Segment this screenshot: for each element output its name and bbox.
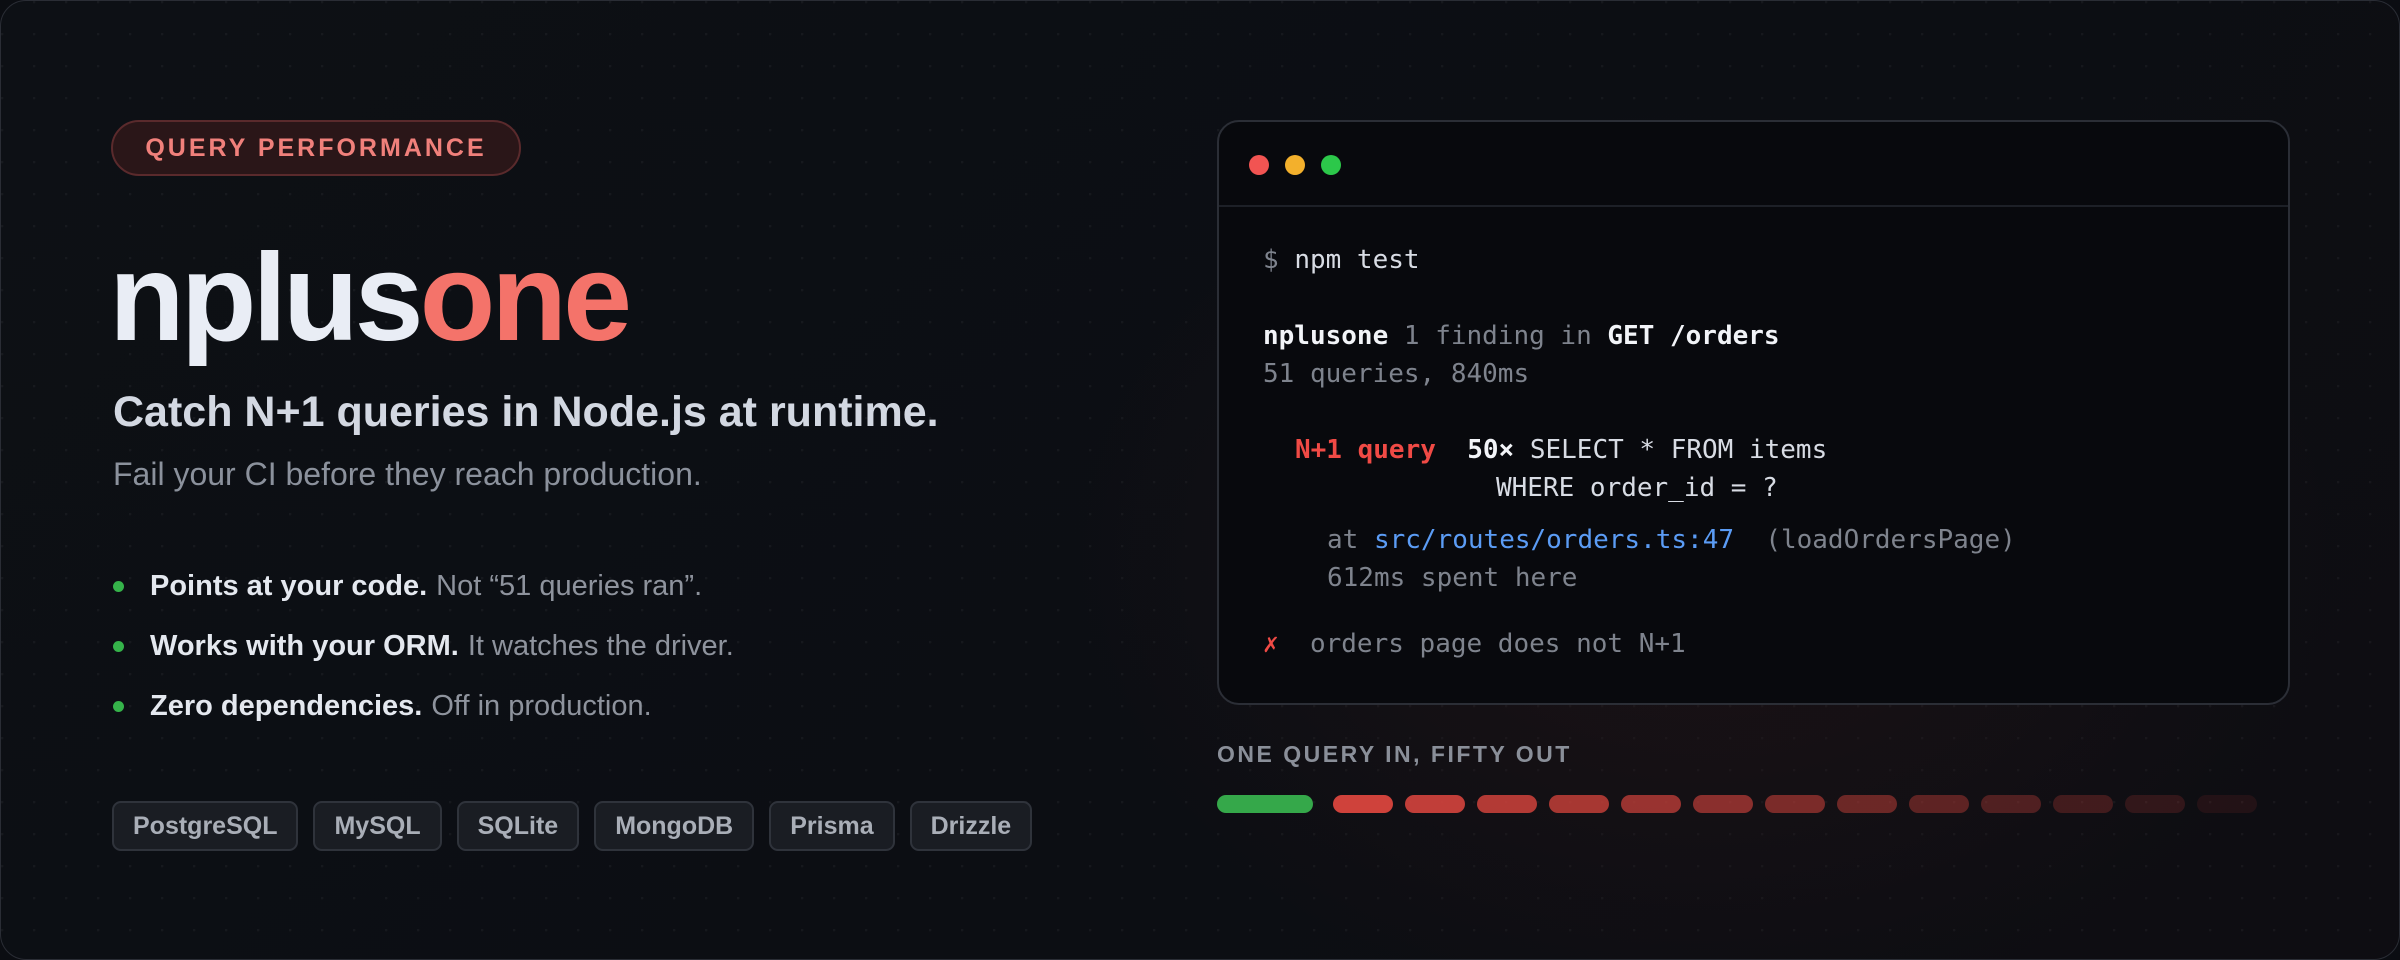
feature-title: Points at your code. — [150, 569, 428, 602]
query-out-segment — [1621, 795, 1681, 813]
bullet-icon — [113, 580, 124, 592]
sql-statement: SELECT * FROM items — [1529, 435, 1828, 465]
feature-description: Not “51 queries ran”. — [436, 569, 703, 602]
feature-list: Points at your code. Not “51 queries ran… — [113, 556, 734, 736]
fail-message: orders page does not N+1 — [1309, 629, 1686, 659]
tag-drizzle: Drizzle — [909, 801, 1033, 851]
banner: QUERY PERFORMANCE nplusone Catch N+1 que… — [0, 0, 2400, 960]
feature-item: Zero dependencies. Off in production. — [113, 676, 734, 736]
terminal-window: $ npm test nplusone 1 finding in GET /or… — [1217, 120, 2290, 705]
fail-icon: ✗ — [1263, 629, 1279, 659]
feature-description: Off in production. — [431, 689, 652, 722]
query-summary: 51 queries, 840ms — [1263, 359, 1530, 389]
time-spent: 612ms spent here — [1327, 563, 1578, 593]
feature-item: Works with your ORM. It watches the driv… — [113, 616, 734, 676]
route-name: GET /orders — [1607, 321, 1780, 351]
product-title: nplusone — [109, 223, 632, 373]
bullet-icon — [113, 640, 124, 652]
query-out-segment — [2125, 795, 2185, 813]
bullet-icon — [113, 700, 124, 712]
tag-mongodb: MongoDB — [594, 801, 755, 851]
query-in-bar — [1217, 795, 1313, 813]
query-out-segment — [1909, 795, 1969, 813]
at-keyword: at — [1327, 525, 1359, 555]
query-out-segment — [1333, 795, 1393, 813]
issue-line: N+1 query 50× SELECT * FROM items — [1295, 434, 1827, 466]
query-out-segment — [1693, 795, 1753, 813]
command-text: npm test — [1294, 245, 1420, 275]
prompt-symbol: $ — [1263, 245, 1279, 275]
finding-count: 1 finding in — [1403, 321, 1592, 351]
sql-condition: WHERE order_id = ? — [1496, 473, 1778, 503]
tool-name: nplusone — [1263, 321, 1389, 351]
query-out-segment — [1765, 795, 1825, 813]
tag-prisma: Prisma — [769, 801, 895, 851]
finding-header: nplusone 1 finding in GET /orders — [1263, 320, 1780, 352]
supported-databases: PostgreSQL MySQL SQLite MongoDB Prisma D… — [112, 801, 1033, 851]
category-badge: QUERY PERFORMANCE — [111, 120, 521, 176]
terminal-output: $ npm test nplusone 1 finding in GET /or… — [1263, 122, 2288, 659]
graphic-caption: ONE QUERY IN, FIFTY OUT — [1217, 741, 1572, 767]
file-link[interactable]: src/routes/orders.ts:47 — [1374, 525, 1734, 555]
title-part-nplus: nplus — [109, 229, 424, 367]
query-out-segment — [2197, 795, 2257, 813]
command-line: $ npm test — [1263, 244, 1420, 276]
function-name: (loadOrdersPage) — [1765, 525, 2016, 555]
feature-item: Points at your code. Not “51 queries ran… — [113, 556, 734, 616]
tagline: Catch N+1 queries in Node.js at runtime. — [113, 388, 939, 436]
query-out-segment — [1549, 795, 1609, 813]
feature-title: Works with your ORM. — [150, 629, 459, 662]
query-multiplier: 50× — [1467, 435, 1515, 465]
query-out-segment — [2053, 795, 2113, 813]
tag-mysql: MySQL — [313, 801, 442, 851]
feature-title: Zero dependencies. — [150, 689, 423, 722]
source-location: at src/routes/orders.ts:47 (loadOrdersPa… — [1327, 524, 2016, 556]
issue-label: N+1 query — [1295, 435, 1436, 465]
query-out-segment — [1837, 795, 1897, 813]
sub-tagline: Fail your CI before they reach productio… — [113, 456, 702, 492]
query-out-segment — [1405, 795, 1465, 813]
feature-description: It watches the driver. — [467, 629, 734, 662]
tag-postgresql: PostgreSQL — [112, 801, 299, 851]
tag-sqlite: SQLite — [456, 801, 580, 851]
query-out-segment — [1981, 795, 2041, 813]
test-failure-line: ✗ orders page does not N+1 — [1263, 628, 1686, 660]
query-out-segment — [1477, 795, 1537, 813]
title-part-one: one — [419, 229, 632, 367]
